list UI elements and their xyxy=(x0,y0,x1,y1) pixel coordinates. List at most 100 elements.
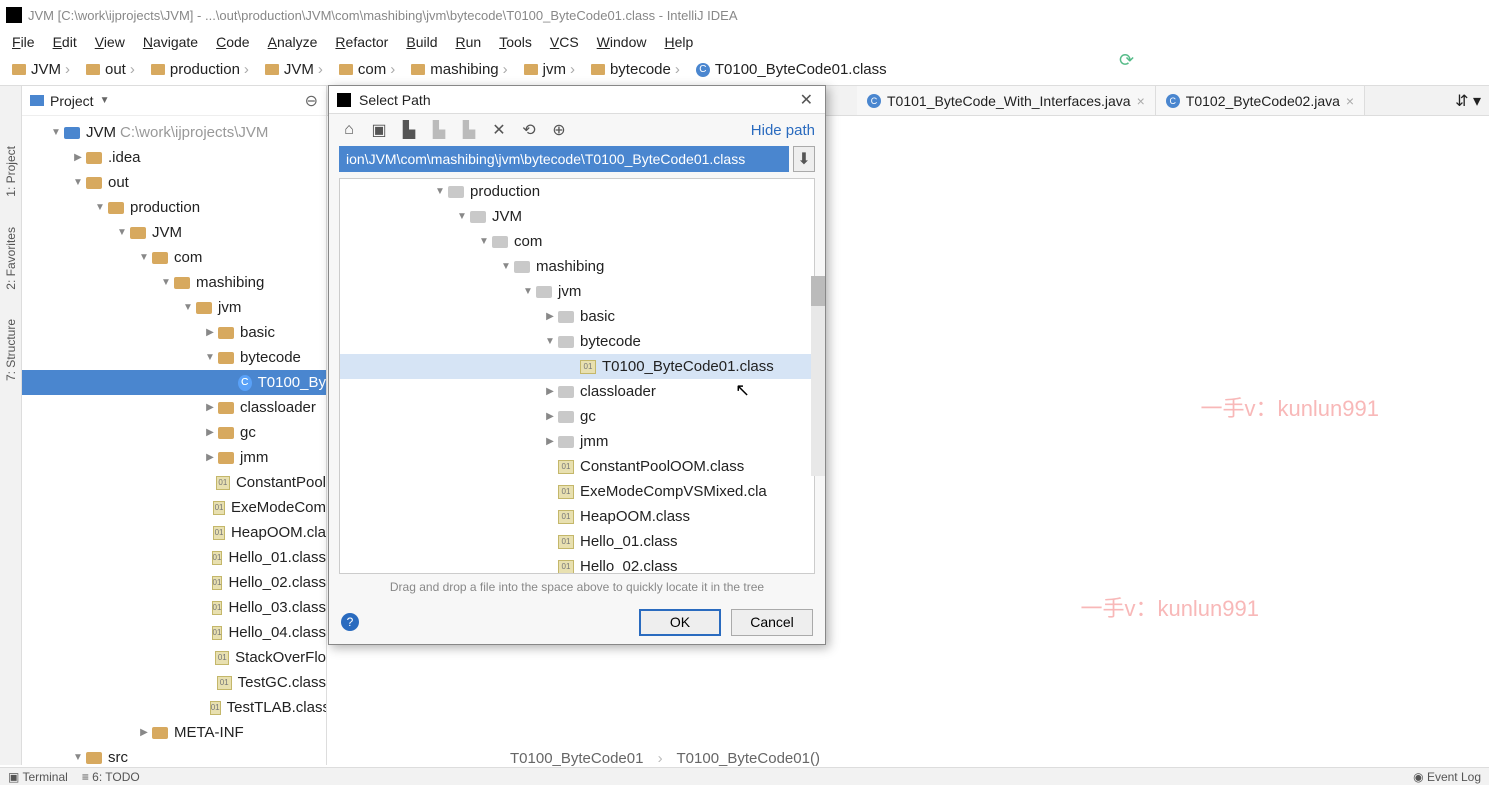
tree-row[interactable]: ▼mashibing xyxy=(340,254,814,279)
breadcrumb-item[interactable]: out› xyxy=(80,61,145,78)
tree-toggle-icon[interactable]: ▼ xyxy=(70,752,86,763)
menu-vcs[interactable]: VCS xyxy=(542,32,587,52)
menu-analyze[interactable]: Analyze xyxy=(260,32,326,52)
tree-row[interactable]: ▶01TestGC.class xyxy=(22,670,326,695)
close-icon[interactable]: × xyxy=(1137,93,1145,109)
tree-row[interactable]: ▼JVM xyxy=(22,220,326,245)
tree-row[interactable]: ▼mashibing xyxy=(22,270,326,295)
tree-row[interactable]: ▶gc xyxy=(22,420,326,445)
dialog-tree[interactable]: ▼production▼JVM▼com▼mashibing▼jvm▶basic▼… xyxy=(339,178,815,574)
tree-toggle-icon[interactable]: ▼ xyxy=(48,127,64,138)
tree-toggle-icon[interactable]: ▼ xyxy=(202,352,218,363)
desktop-icon[interactable]: ▣ xyxy=(369,120,389,140)
tree-toggle-icon[interactable]: ▶ xyxy=(542,311,558,322)
breadcrumb-item[interactable]: production› xyxy=(145,61,259,78)
tree-toggle-icon[interactable]: ▼ xyxy=(432,186,448,197)
tree-row[interactable]: ▶classloader xyxy=(340,379,814,404)
tree-row[interactable]: ▼JVM xyxy=(340,204,814,229)
todo-tool[interactable]: ≡ 6: TODO xyxy=(82,770,140,784)
tree-toggle-icon[interactable]: ▼ xyxy=(542,336,558,347)
tree-row[interactable]: ▶01ConstantPoolOOM.class xyxy=(340,454,814,479)
menu-file[interactable]: File xyxy=(4,32,43,52)
show-hidden-icon[interactable]: ⊕ xyxy=(549,120,569,140)
menu-build[interactable]: Build xyxy=(398,32,445,52)
tree-toggle-icon[interactable]: ▼ xyxy=(476,236,492,247)
tree-toggle-icon[interactable]: ▶ xyxy=(542,386,558,397)
tree-row[interactable]: ▶01Hello_02.class xyxy=(22,570,326,595)
cancel-button[interactable]: Cancel xyxy=(731,609,813,636)
breadcrumb-item[interactable]: JVM› xyxy=(259,61,333,78)
tree-row[interactable]: ▼com xyxy=(22,245,326,270)
tree-row[interactable]: ▶01Hello_02.class xyxy=(340,554,814,574)
rail-project[interactable]: 1: Project xyxy=(4,146,18,197)
tree-row[interactable]: ▶gc xyxy=(340,404,814,429)
tree-row[interactable]: ▼JVMC:\work\ijprojects\JVM xyxy=(22,120,326,145)
tree-row[interactable]: ▶01ConstantPool xyxy=(22,470,326,495)
tree-row[interactable]: ▶classloader xyxy=(22,395,326,420)
rail-favorites[interactable]: 2: Favorites xyxy=(4,227,18,290)
tree-toggle-icon[interactable]: ▶ xyxy=(202,402,218,413)
tree-row[interactable]: ▼out xyxy=(22,170,326,195)
menu-run[interactable]: Run xyxy=(447,32,489,52)
tree-row[interactable]: ▶01ExeModeCom xyxy=(22,495,326,520)
tree-toggle-icon[interactable]: ▼ xyxy=(136,252,152,263)
tree-row[interactable]: ▶CT0100_By xyxy=(22,370,326,395)
breadcrumb-item[interactable]: com› xyxy=(333,61,405,78)
tree-toggle-icon[interactable]: ▼ xyxy=(454,211,470,222)
breadcrumb-item[interactable]: JVM› xyxy=(6,61,80,78)
tree-row[interactable]: ▶01HeapOOM.cla xyxy=(22,520,326,545)
tree-toggle-icon[interactable]: ▼ xyxy=(92,202,108,213)
tree-row[interactable]: ▶jmm xyxy=(340,429,814,454)
menu-help[interactable]: Help xyxy=(656,32,701,52)
breadcrumb-class[interactable]: T0100_ByteCode01 xyxy=(510,750,643,767)
project-panel-header[interactable]: Project ▼ ⊖ xyxy=(22,86,326,116)
tree-row[interactable]: ▼bytecode xyxy=(340,329,814,354)
project-dir-icon[interactable]: ▙ xyxy=(399,120,419,140)
scrollbar-thumb[interactable] xyxy=(811,276,815,306)
build-icon[interactable]: ⟳ xyxy=(1119,50,1139,70)
event-log-tool[interactable]: ◉ Event Log xyxy=(1413,770,1481,784)
close-icon[interactable]: ✕ xyxy=(796,90,817,110)
breadcrumb-item[interactable]: jvm› xyxy=(518,61,585,78)
history-dropdown-icon[interactable]: ⬇ xyxy=(793,146,815,172)
breadcrumb-item[interactable]: CT0100_ByteCode01.class xyxy=(690,61,893,78)
tree-toggle-icon[interactable]: ▼ xyxy=(520,286,536,297)
tree-row[interactable]: ▼jvm xyxy=(340,279,814,304)
breadcrumb-item[interactable]: mashibing› xyxy=(405,61,517,78)
tree-row[interactable]: ▼bytecode xyxy=(22,345,326,370)
tree-row[interactable]: ▼src xyxy=(22,745,326,765)
tree-toggle-icon[interactable]: ▼ xyxy=(498,261,514,272)
tree-row[interactable]: ▶01Hello_04.class xyxy=(22,620,326,645)
tree-row[interactable]: ▶01HeapOOM.class xyxy=(340,504,814,529)
project-tree[interactable]: ▼JVMC:\work\ijprojects\JVM▶.idea▼out▼pro… xyxy=(22,116,326,765)
editor-tab[interactable]: CT0102_ByteCode02.java× xyxy=(1156,86,1365,115)
tree-row[interactable]: ▶01T0100_ByteCode01.class xyxy=(340,354,814,379)
tree-toggle-icon[interactable]: ▼ xyxy=(158,277,174,288)
menu-window[interactable]: Window xyxy=(589,32,655,52)
tree-row[interactable]: ▼jvm xyxy=(22,295,326,320)
ok-button[interactable]: OK xyxy=(639,609,721,636)
chevron-down-icon[interactable]: ▼ xyxy=(100,95,110,106)
close-icon[interactable]: × xyxy=(1346,93,1354,109)
tree-row[interactable]: ▶01TestTLAB.class xyxy=(22,695,326,720)
tree-row[interactable]: ▼com xyxy=(340,229,814,254)
menu-refactor[interactable]: Refactor xyxy=(327,32,396,52)
menu-edit[interactable]: Edit xyxy=(45,32,85,52)
tree-toggle-icon[interactable]: ▼ xyxy=(114,227,130,238)
menu-code[interactable]: Code xyxy=(208,32,257,52)
tree-toggle-icon[interactable]: ▼ xyxy=(70,177,86,188)
tree-row[interactable]: ▶basic xyxy=(340,304,814,329)
tabs-dropdown-icon[interactable]: ⇵ ▾ xyxy=(1447,86,1489,115)
tree-row[interactable]: ▶basic xyxy=(22,320,326,345)
tree-toggle-icon[interactable]: ▶ xyxy=(202,327,218,338)
tree-row[interactable]: ▶jmm xyxy=(22,445,326,470)
tree-row[interactable]: ▶01ExeModeCompVSMixed.cla xyxy=(340,479,814,504)
code-breadcrumb[interactable]: T0100_ByteCode01 › T0100_ByteCode01() xyxy=(510,750,820,767)
tree-toggle-icon[interactable]: ▼ xyxy=(180,302,196,313)
tree-row[interactable]: ▶01StackOverFlo xyxy=(22,645,326,670)
menu-navigate[interactable]: Navigate xyxy=(135,32,206,52)
tree-toggle-icon[interactable]: ▶ xyxy=(70,152,86,163)
tree-toggle-icon[interactable]: ▶ xyxy=(202,427,218,438)
terminal-tool[interactable]: ▣ Terminal xyxy=(8,770,68,784)
home-icon[interactable]: ⌂ xyxy=(339,120,359,140)
